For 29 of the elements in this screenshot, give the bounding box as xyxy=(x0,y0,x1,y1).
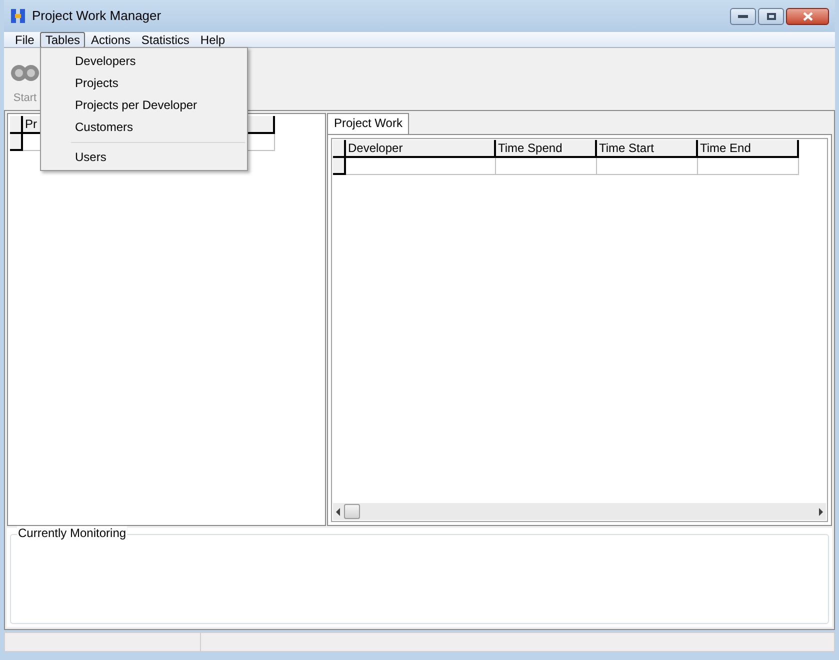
menu-entry[interactable]: Developers xyxy=(41,50,247,72)
row-header-cell xyxy=(333,140,346,158)
menu-entry[interactable]: Projects xyxy=(41,72,247,94)
column-header: Time Start xyxy=(597,140,698,158)
menu-item[interactable]: Help xyxy=(195,32,230,48)
menu-item[interactable]: File xyxy=(10,32,40,48)
maximize-button[interactable] xyxy=(758,8,784,24)
window-title: Project Work Manager xyxy=(32,7,162,26)
menu-entry[interactable]: Projects per Developer xyxy=(41,94,247,116)
column-header: Time Spend xyxy=(496,140,597,158)
scroll-thumb[interactable] xyxy=(344,504,360,519)
menu-item[interactable]: Actions xyxy=(86,32,136,48)
menu-item[interactable]: Tables xyxy=(40,32,86,48)
column-header: Developer xyxy=(346,140,496,158)
scroll-right-icon[interactable] xyxy=(819,508,823,516)
row-header-cell xyxy=(10,116,23,134)
menu-entry[interactable]: Users xyxy=(41,146,247,168)
column-header: Time End xyxy=(698,140,799,158)
scroll-left-icon[interactable] xyxy=(336,508,340,516)
menu-item[interactable]: Statistics xyxy=(136,32,194,48)
minimize-button[interactable] xyxy=(730,8,756,24)
tab[interactable]: Project Work xyxy=(327,113,410,134)
row-indicator xyxy=(333,158,346,175)
app-icon xyxy=(10,8,26,24)
horizontal-scrollbar[interactable] xyxy=(333,503,826,520)
close-icon xyxy=(802,12,812,20)
row-indicator xyxy=(10,134,23,151)
close-button[interactable] xyxy=(786,8,829,24)
group-title: Currently Monitoring xyxy=(17,526,128,540)
